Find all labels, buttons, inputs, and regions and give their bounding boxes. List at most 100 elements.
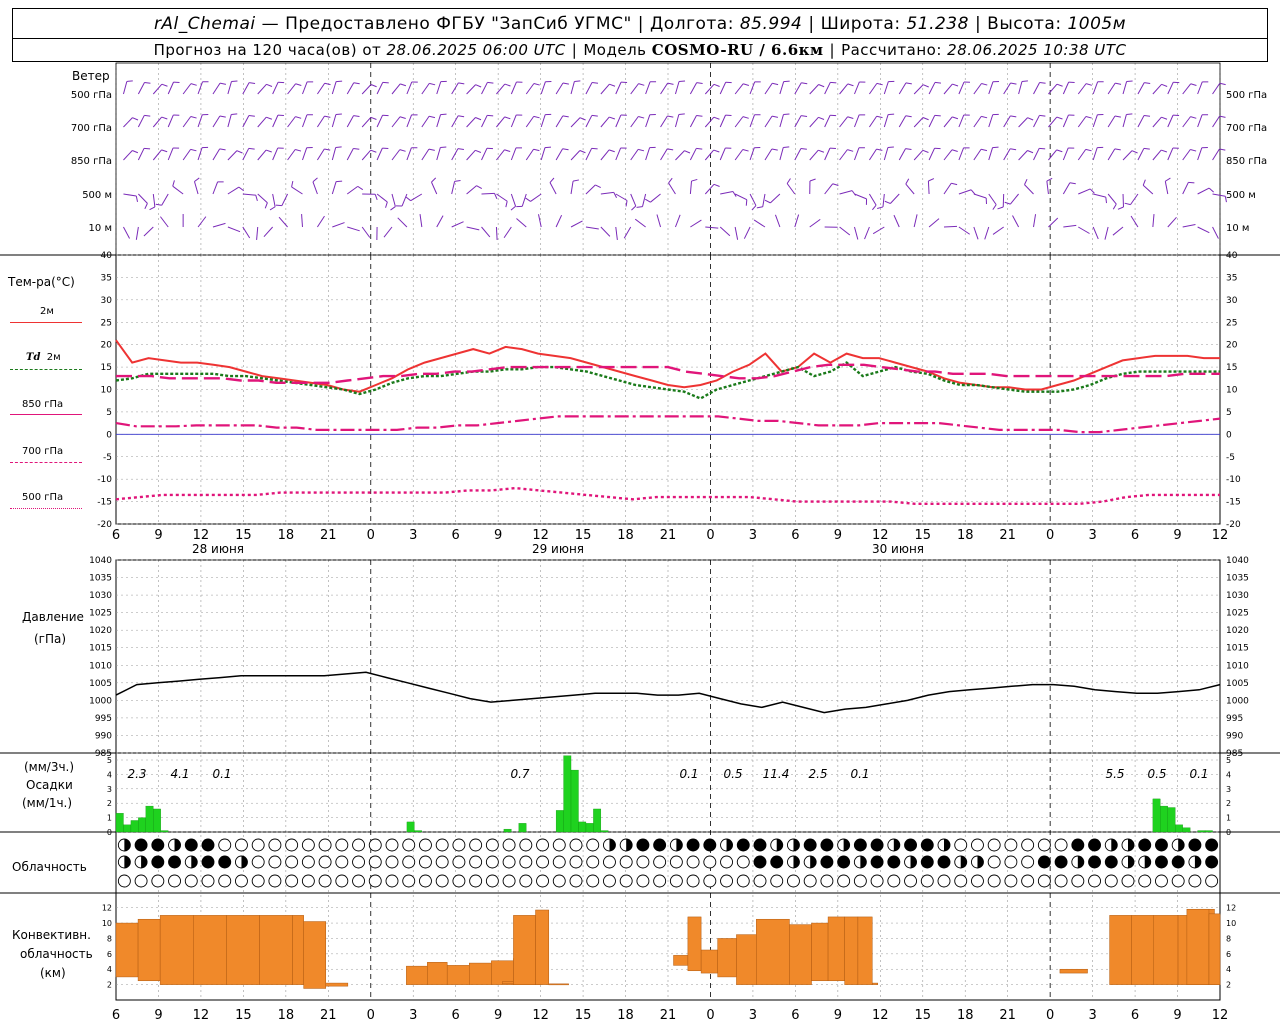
cloud-circle — [552, 855, 566, 869]
wind-barb — [615, 81, 622, 95]
conv-bar — [827, 916, 845, 982]
wind-barb — [1018, 117, 1028, 128]
wind-barb-feather — [645, 198, 651, 203]
cloud-circle — [469, 855, 483, 869]
wind-barb — [161, 193, 169, 206]
wind-barb-feather — [476, 185, 483, 190]
cloud-half — [241, 856, 248, 868]
wind-barb-feather — [399, 116, 406, 120]
cloud-half — [726, 839, 733, 851]
x-tick-label-bottom: 0 — [1046, 1008, 1054, 1023]
wind-barb — [660, 82, 669, 95]
pressure-tick-left: 995 — [95, 714, 112, 724]
cloud-symbol — [368, 874, 382, 888]
cloud-symbol — [904, 838, 917, 852]
wind-barb-feather — [638, 83, 645, 86]
wind-barb-feather — [132, 117, 139, 121]
cloud-circle — [619, 855, 633, 869]
wind-barb — [302, 81, 308, 95]
wind-barb — [634, 218, 646, 228]
wind-barb — [650, 193, 661, 203]
cloud-circle — [870, 874, 884, 888]
wind-barb-feather — [871, 204, 877, 211]
wind-barb — [376, 115, 384, 128]
cloud-symbol — [268, 838, 282, 852]
cloud-circle — [1021, 838, 1035, 852]
x-tick-label: 21 — [999, 528, 1016, 543]
wind-barb — [167, 114, 174, 128]
cloud-circle — [669, 874, 683, 888]
wind-barb — [600, 149, 610, 161]
cloud-symbol — [201, 874, 215, 888]
pressure-tick-right: 1005 — [1226, 679, 1249, 689]
cloud-circle — [736, 855, 750, 869]
precip-tick-left: 1 — [107, 814, 112, 823]
x-tick-label-bottom: 6 — [452, 1008, 460, 1023]
cloud-circle — [419, 874, 432, 888]
wind-barb — [197, 147, 203, 161]
wind-barb — [137, 82, 145, 95]
wind-barb-feather — [876, 115, 883, 119]
wind-barb — [1078, 226, 1090, 234]
cloud-symbol — [753, 838, 767, 852]
cloud-symbol — [1004, 855, 1018, 869]
wind-barb — [466, 150, 476, 161]
wind-barb-feather — [609, 83, 616, 87]
wind-barb — [749, 114, 755, 128]
wind-barb — [943, 83, 953, 95]
wind-barb — [481, 82, 488, 95]
cloud-circle — [201, 874, 215, 888]
x-tick-label: 12 — [1212, 528, 1229, 543]
cloud-symbol — [870, 874, 884, 888]
precip-tick-right: 5 — [1226, 756, 1231, 765]
cloud-symbol — [1054, 874, 1068, 888]
wind-barb-feather — [980, 148, 988, 152]
precip-bar — [563, 755, 572, 833]
cloud-circle — [954, 874, 968, 888]
cloud-circle — [1021, 855, 1035, 869]
cloud-symbol — [1155, 855, 1168, 869]
wind-barb — [263, 226, 274, 237]
conv-bar — [548, 983, 569, 986]
wind-barb — [1137, 115, 1145, 128]
wind-barb-feather — [504, 116, 511, 120]
wind-barb — [272, 82, 279, 95]
wind-barb-feather — [905, 178, 910, 185]
wind-barb-feather — [382, 81, 389, 84]
wind-barb-feather — [236, 150, 243, 154]
wind-barb-feather — [574, 80, 581, 82]
pressure-tick-left: 1025 — [89, 609, 112, 619]
wind-barb — [824, 183, 834, 195]
conv-bar — [717, 938, 737, 978]
wind-barb — [1012, 215, 1020, 228]
x-tick-label-bottom: 18 — [278, 1008, 295, 1023]
wind-barb — [172, 185, 184, 195]
precip-total-label: 0.1 — [679, 767, 698, 781]
wind-barb — [570, 150, 581, 161]
conv-bar — [535, 909, 550, 985]
wind-barb — [421, 148, 430, 161]
precip-bar — [130, 820, 139, 833]
wind-barb-feather — [219, 82, 227, 85]
cloud-symbol — [1071, 855, 1085, 869]
cloud-symbol — [536, 874, 549, 888]
wind-barb-feather — [1010, 82, 1017, 85]
pressure-tick-left: 1020 — [89, 626, 112, 636]
wind-barb — [704, 116, 715, 128]
wind-barb-feather — [830, 81, 837, 84]
wind-barb-feather — [533, 148, 540, 152]
wind-barb-feather — [1115, 82, 1122, 85]
wind-barb-feather — [194, 177, 200, 182]
cloud-symbol — [1171, 838, 1185, 852]
wind-barb — [943, 182, 952, 195]
wind-barb — [1010, 193, 1019, 205]
cloud-circle — [987, 874, 1001, 888]
wind-barb — [854, 147, 860, 161]
cloud-circle — [803, 838, 817, 852]
precip-tick-left: 0 — [107, 828, 112, 837]
wind-barb — [152, 83, 163, 95]
wind-barb-feather — [1188, 181, 1195, 184]
wind-barb — [1048, 149, 1058, 161]
wind-barb — [600, 226, 611, 237]
cloud-symbol — [1121, 855, 1135, 869]
